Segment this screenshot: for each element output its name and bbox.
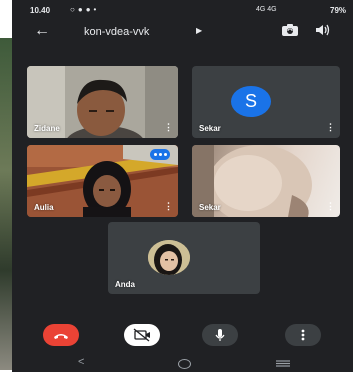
notification-app-icon: ● [85, 5, 94, 14]
status-time: 10.40 [30, 6, 51, 15]
self-avatar [148, 240, 190, 275]
videocam-off-icon [133, 328, 150, 342]
nav-recents-icon[interactable] [276, 360, 290, 367]
app-bar: ← kon-vdea-vvk ▶ [12, 20, 353, 46]
meet-call-screen: 10.40 ○●●• 4G 4G 79% ← kon-vdea-vvk ▶ Zi… [12, 0, 353, 372]
participant-name: Aulia [34, 203, 54, 212]
self-photo [148, 240, 190, 275]
participant-name: Zidane [34, 124, 60, 133]
participant-name: Sekar [199, 203, 221, 212]
participant-tile-sekar-video[interactable]: Sekar ⋮ [192, 145, 340, 217]
notification-circle-icon: ○ [70, 5, 78, 14]
speaker-icon[interactable] [314, 23, 332, 37]
network-indicator: 4G 4G [256, 6, 277, 13]
notification-icons: ○●●• [70, 5, 99, 14]
meeting-code[interactable]: kon-vdea-vvk [84, 26, 149, 38]
back-arrow-icon[interactable]: ← [34, 22, 50, 40]
more-vert-icon[interactable]: ⋮ [326, 202, 335, 211]
end-call-button[interactable] [43, 324, 79, 346]
battery-level: 79% [330, 6, 347, 15]
participant-name: Sekar [199, 124, 221, 133]
more-vert-icon[interactable]: ⋮ [164, 202, 173, 211]
camera-toggle-button[interactable] [124, 324, 160, 346]
more-options-button[interactable] [285, 324, 321, 346]
participant-tile-zidane[interactable]: Zidane ⋮ [27, 66, 178, 138]
participant-name: Anda [115, 280, 135, 289]
participant-tile-sekar[interactable]: S Sekar ⋮ [192, 66, 340, 138]
avatar: S [231, 86, 271, 117]
more-vert-icon [301, 329, 305, 341]
audio-level-indicator [150, 149, 170, 160]
participant-tile-aulia[interactable]: Aulia ⋮ [27, 145, 178, 217]
background-strip [0, 38, 12, 370]
more-vert-icon[interactable]: ⋮ [326, 123, 335, 132]
switch-camera-icon[interactable] [280, 23, 300, 37]
mic-icon [215, 329, 225, 341]
nav-home-icon[interactable] [178, 359, 191, 369]
nav-back-icon[interactable]: < [78, 356, 84, 368]
call-controls [12, 320, 353, 350]
status-bar: 10.40 ○●●• 4G 4G 79% [12, 0, 353, 20]
system-nav-bar: < [12, 352, 353, 372]
phone-hangup-icon [54, 334, 68, 339]
notification-dot-icon: • [93, 5, 100, 14]
microphone-button[interactable] [202, 324, 238, 346]
more-vert-icon[interactable]: ⋮ [164, 123, 173, 132]
notification-whatsapp-icon: ● [77, 5, 86, 14]
participant-tile-self[interactable]: Anda [108, 222, 260, 294]
chevron-right-icon[interactable]: ▶ [196, 26, 202, 35]
